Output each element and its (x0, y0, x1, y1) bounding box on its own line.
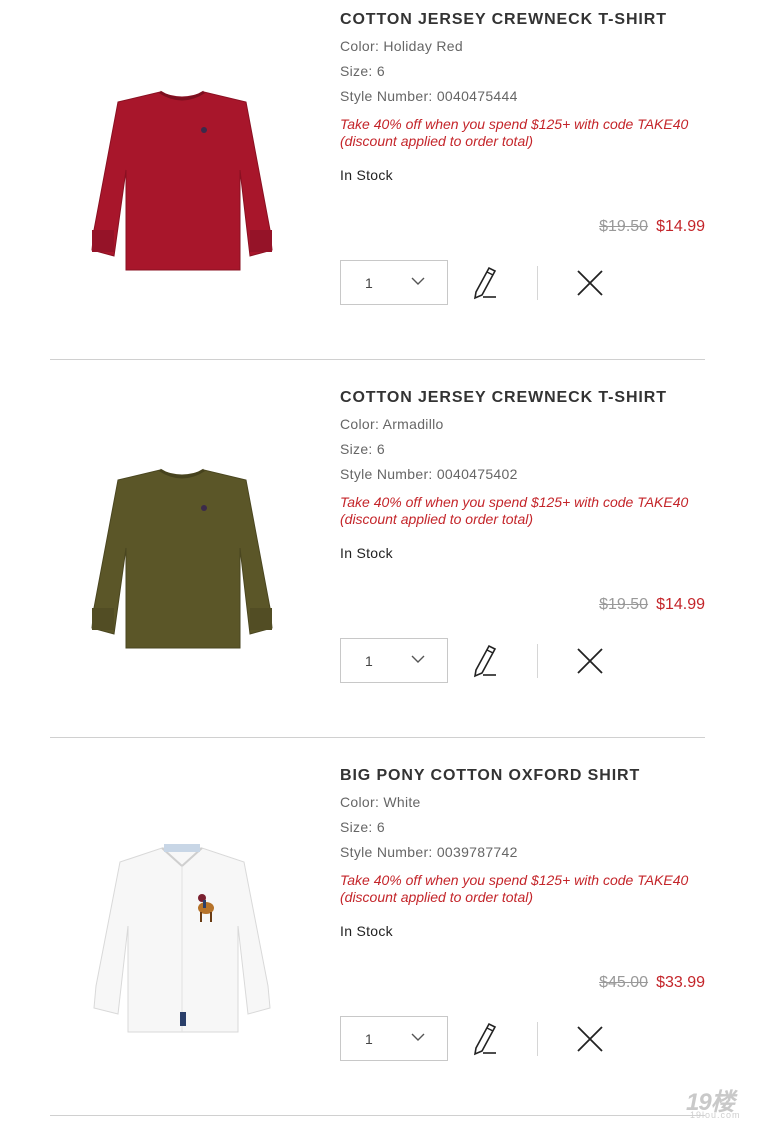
product-style-number: Style Number: 0040475444 (340, 88, 518, 104)
stock-status: In Stock (340, 923, 393, 939)
close-icon[interactable] (575, 1024, 605, 1054)
promo-text: Take 40% off when you spend $125+ with c… (340, 116, 689, 149)
product-title[interactable]: BIG PONY COTTON OXFORD SHIRT (340, 767, 640, 785)
action-separator (537, 266, 538, 300)
original-price: $45.00 (599, 974, 649, 991)
product-size: Size: 6 (340, 63, 385, 79)
chevron-down-icon (411, 277, 425, 285)
price: $19.50 $14.99 (599, 218, 705, 236)
item-divider (50, 1115, 705, 1116)
product-color: Color: Holiday Red (340, 38, 463, 54)
quantity-select[interactable]: 1 (340, 260, 448, 305)
product-size: Size: 6 (340, 441, 385, 457)
chevron-down-icon (411, 1033, 425, 1041)
quantity-select[interactable]: 1 (340, 638, 448, 683)
cart-item: BIG PONY COTTON OXFORD SHIRT Color: Whit… (0, 756, 780, 1134)
close-icon[interactable] (575, 646, 605, 676)
stock-status: In Stock (340, 545, 393, 561)
chevron-down-icon (411, 655, 425, 663)
action-separator (537, 1022, 538, 1056)
product-color: Color: Armadillo (340, 416, 444, 432)
product-title[interactable]: COTTON JERSEY CREWNECK T-SHIRT (340, 11, 667, 29)
pencil-icon[interactable] (470, 1020, 500, 1056)
product-color: Color: White (340, 794, 421, 810)
sale-price: $14.99 (656, 596, 705, 613)
product-size: Size: 6 (340, 819, 385, 835)
quantity-select[interactable]: 1 (340, 1016, 448, 1061)
product-title[interactable]: COTTON JERSEY CREWNECK T-SHIRT (340, 389, 667, 407)
promo-text: Take 40% off when you spend $125+ with c… (340, 494, 689, 527)
price: $19.50 $14.99 (599, 596, 705, 614)
stock-status: In Stock (340, 167, 393, 183)
action-separator (537, 644, 538, 678)
item-divider (50, 359, 705, 360)
product-image[interactable] (80, 836, 285, 1056)
item-divider (50, 737, 705, 738)
quantity-value: 1 (365, 275, 373, 291)
product-style-number: Style Number: 0040475402 (340, 466, 518, 482)
original-price: $19.50 (599, 596, 649, 613)
product-image[interactable] (80, 458, 285, 678)
original-price: $19.50 (599, 218, 649, 235)
price: $45.00 $33.99 (599, 974, 705, 992)
sale-price: $33.99 (656, 974, 705, 991)
quantity-value: 1 (365, 1031, 373, 1047)
close-icon[interactable] (575, 268, 605, 298)
sale-price: $14.99 (656, 218, 705, 235)
cart-item: COTTON JERSEY CREWNECK T-SHIRT Color: Ar… (0, 378, 780, 756)
quantity-value: 1 (365, 653, 373, 669)
pencil-icon[interactable] (470, 642, 500, 678)
pencil-icon[interactable] (470, 264, 500, 300)
watermark-url: 19lou.com (690, 1110, 741, 1120)
cart-item: COTTON JERSEY CREWNECK T-SHIRT Color: Ho… (0, 0, 780, 378)
promo-text: Take 40% off when you spend $125+ with c… (340, 872, 689, 905)
product-image[interactable] (80, 80, 285, 300)
product-style-number: Style Number: 0039787742 (340, 844, 518, 860)
